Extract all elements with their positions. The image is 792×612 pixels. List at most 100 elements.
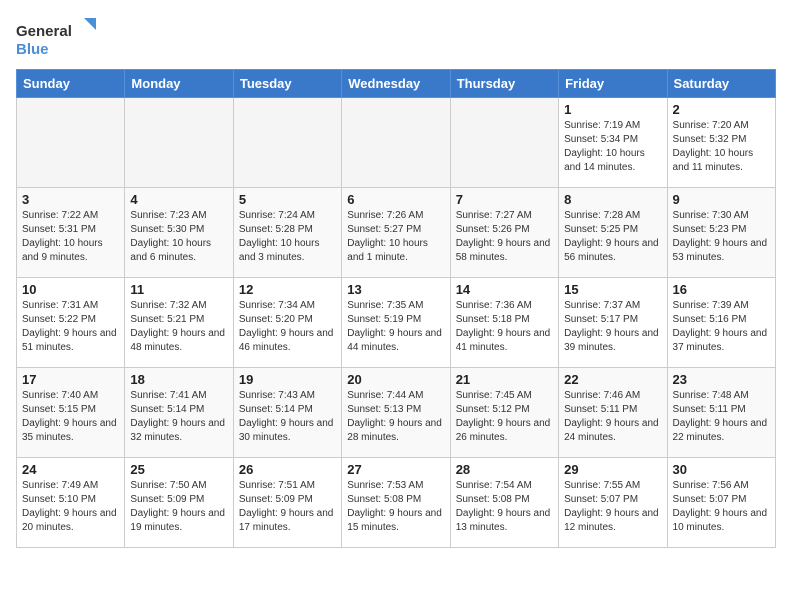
logo: General Blue	[16, 16, 96, 61]
day-number: 18	[130, 372, 227, 387]
day-detail: Sunrise: 7:55 AM Sunset: 5:07 PM Dayligh…	[564, 479, 661, 535]
day-detail: Sunrise: 7:54 AM Sunset: 5:08 PM Dayligh…	[456, 479, 553, 535]
day-detail: Sunrise: 7:53 AM Sunset: 5:08 PM Dayligh…	[347, 479, 444, 535]
day-cell: 5 Sunrise: 7:24 AM Sunset: 5:28 PM Daylig…	[233, 188, 341, 278]
day-cell: 17Sunrise: 7:40 AM Sunset: 5:15 PM Dayli…	[17, 368, 125, 458]
day-detail: Sunrise: 7:26 AM Sunset: 5:27 PM Dayligh…	[347, 209, 444, 265]
day-cell: 18 Sunrise: 7:41 AM Sunset: 5:14 PM Dayli…	[125, 368, 233, 458]
logo-svg: General Blue	[16, 16, 96, 61]
col-header-sunday: Sunday	[17, 70, 125, 98]
day-number: 28	[456, 462, 553, 477]
day-detail: Sunrise: 7:41 AM Sunset: 5:14 PM Dayligh…	[130, 389, 227, 445]
svg-text:Blue: Blue	[16, 41, 49, 58]
day-detail: Sunrise: 7:24 AM Sunset: 5:28 PM Dayligh…	[239, 209, 336, 265]
day-detail: Sunrise: 7:50 AM Sunset: 5:09 PM Dayligh…	[130, 479, 227, 535]
day-number: 27	[347, 462, 444, 477]
day-number: 23	[673, 372, 770, 387]
day-detail: Sunrise: 7:45 AM Sunset: 5:12 PM Dayligh…	[456, 389, 553, 445]
day-cell: 15 Sunrise: 7:37 AM Sunset: 5:17 PM Dayli…	[559, 278, 667, 368]
day-number: 8	[564, 192, 661, 207]
week-row-3: 10 Sunrise: 7:31 AM Sunset: 5:22 PM Dayli…	[17, 278, 776, 368]
day-detail: Sunrise: 7:32 AM Sunset: 5:21 PM Dayligh…	[130, 299, 227, 355]
day-cell: 6 Sunrise: 7:26 AM Sunset: 5:27 PM Daylig…	[342, 188, 450, 278]
day-detail: Sunrise: 7:49 AM Sunset: 5:10 PM Dayligh…	[22, 479, 119, 535]
day-number: 13	[347, 282, 444, 297]
header: General Blue	[16, 16, 776, 61]
col-header-thursday: Thursday	[450, 70, 558, 98]
day-cell: 25 Sunrise: 7:50 AM Sunset: 5:09 PM Dayli…	[125, 458, 233, 548]
col-header-saturday: Saturday	[667, 70, 775, 98]
day-detail: Sunrise: 7:39 AM Sunset: 5:16 PM Dayligh…	[673, 299, 770, 355]
day-detail: Sunrise: 7:23 AM Sunset: 5:30 PM Dayligh…	[130, 209, 227, 265]
day-cell: 2 Sunrise: 7:20 AM Sunset: 5:32 PM Daylig…	[667, 98, 775, 188]
day-cell: 30 Sunrise: 7:56 AM Sunset: 5:07 PM Dayli…	[667, 458, 775, 548]
day-number: 21	[456, 372, 553, 387]
day-number: 1	[564, 102, 661, 117]
day-cell: 3 Sunrise: 7:22 AM Sunset: 5:31 PM Daylig…	[17, 188, 125, 278]
day-cell: 14 Sunrise: 7:36 AM Sunset: 5:18 PM Dayli…	[450, 278, 558, 368]
day-cell: 26 Sunrise: 7:51 AM Sunset: 5:09 PM Dayli…	[233, 458, 341, 548]
day-number: 16	[673, 282, 770, 297]
day-detail: Sunrise: 7:20 AM Sunset: 5:32 PM Dayligh…	[673, 119, 770, 175]
day-cell: 11 Sunrise: 7:32 AM Sunset: 5:21 PM Dayli…	[125, 278, 233, 368]
day-detail: Sunrise: 7:31 AM Sunset: 5:22 PM Dayligh…	[22, 299, 119, 355]
day-number: 6	[347, 192, 444, 207]
col-header-friday: Friday	[559, 70, 667, 98]
day-detail: Sunrise: 7:22 AM Sunset: 5:31 PM Dayligh…	[22, 209, 119, 265]
day-number: 22	[564, 372, 661, 387]
day-cell: 28 Sunrise: 7:54 AM Sunset: 5:08 PM Dayli…	[450, 458, 558, 548]
day-cell: 13 Sunrise: 7:35 AM Sunset: 5:19 PM Dayli…	[342, 278, 450, 368]
day-number: 11	[130, 282, 227, 297]
day-cell: 20 Sunrise: 7:44 AM Sunset: 5:13 PM Dayli…	[342, 368, 450, 458]
day-number: 5	[239, 192, 336, 207]
day-detail: Sunrise: 7:35 AM Sunset: 5:19 PM Dayligh…	[347, 299, 444, 355]
day-number: 17	[22, 372, 119, 387]
day-cell: 29 Sunrise: 7:55 AM Sunset: 5:07 PM Dayli…	[559, 458, 667, 548]
day-detail: Sunrise: 7:37 AM Sunset: 5:17 PM Dayligh…	[564, 299, 661, 355]
day-detail: Sunrise: 7:43 AM Sunset: 5:14 PM Dayligh…	[239, 389, 336, 445]
day-cell: 27 Sunrise: 7:53 AM Sunset: 5:08 PM Dayli…	[342, 458, 450, 548]
calendar-table: SundayMondayTuesdayWednesdayThursdayFrid…	[16, 69, 776, 548]
day-detail: Sunrise: 7:56 AM Sunset: 5:07 PM Dayligh…	[673, 479, 770, 535]
day-number: 15	[564, 282, 661, 297]
day-number: 9	[673, 192, 770, 207]
day-number: 10	[22, 282, 119, 297]
week-row-4: 17Sunrise: 7:40 AM Sunset: 5:15 PM Dayli…	[17, 368, 776, 458]
day-number: 25	[130, 462, 227, 477]
day-cell	[17, 98, 125, 188]
day-detail: Sunrise: 7:28 AM Sunset: 5:25 PM Dayligh…	[564, 209, 661, 265]
col-header-tuesday: Tuesday	[233, 70, 341, 98]
day-cell: 1 Sunrise: 7:19 AM Sunset: 5:34 PM Daylig…	[559, 98, 667, 188]
col-header-monday: Monday	[125, 70, 233, 98]
day-cell	[233, 98, 341, 188]
day-detail: Sunrise: 7:27 AM Sunset: 5:26 PM Dayligh…	[456, 209, 553, 265]
day-cell: 23 Sunrise: 7:48 AM Sunset: 5:11 PM Dayli…	[667, 368, 775, 458]
svg-text:General: General	[16, 23, 72, 40]
day-number: 12	[239, 282, 336, 297]
day-cell: 10 Sunrise: 7:31 AM Sunset: 5:22 PM Dayli…	[17, 278, 125, 368]
day-detail: Sunrise: 7:51 AM Sunset: 5:09 PM Dayligh…	[239, 479, 336, 535]
day-cell: 22Sunrise: 7:46 AM Sunset: 5:11 PM Dayli…	[559, 368, 667, 458]
day-number: 14	[456, 282, 553, 297]
day-number: 4	[130, 192, 227, 207]
day-cell: 7 Sunrise: 7:27 AM Sunset: 5:26 PM Daylig…	[450, 188, 558, 278]
day-number: 24	[22, 462, 119, 477]
day-detail: Sunrise: 7:48 AM Sunset: 5:11 PM Dayligh…	[673, 389, 770, 445]
day-number: 3	[22, 192, 119, 207]
day-number: 30	[673, 462, 770, 477]
day-number: 2	[673, 102, 770, 117]
day-number: 29	[564, 462, 661, 477]
day-cell	[125, 98, 233, 188]
day-detail: Sunrise: 7:44 AM Sunset: 5:13 PM Dayligh…	[347, 389, 444, 445]
day-number: 20	[347, 372, 444, 387]
day-cell: 16 Sunrise: 7:39 AM Sunset: 5:16 PM Dayli…	[667, 278, 775, 368]
day-detail: Sunrise: 7:19 AM Sunset: 5:34 PM Dayligh…	[564, 119, 661, 175]
day-cell: 24 Sunrise: 7:49 AM Sunset: 5:10 PM Dayli…	[17, 458, 125, 548]
day-number: 7	[456, 192, 553, 207]
day-detail: Sunrise: 7:36 AM Sunset: 5:18 PM Dayligh…	[456, 299, 553, 355]
day-detail: Sunrise: 7:30 AM Sunset: 5:23 PM Dayligh…	[673, 209, 770, 265]
day-cell: 21 Sunrise: 7:45 AM Sunset: 5:12 PM Dayli…	[450, 368, 558, 458]
day-number: 26	[239, 462, 336, 477]
day-cell: 19Sunrise: 7:43 AM Sunset: 5:14 PM Dayli…	[233, 368, 341, 458]
day-cell: 9 Sunrise: 7:30 AM Sunset: 5:23 PM Daylig…	[667, 188, 775, 278]
